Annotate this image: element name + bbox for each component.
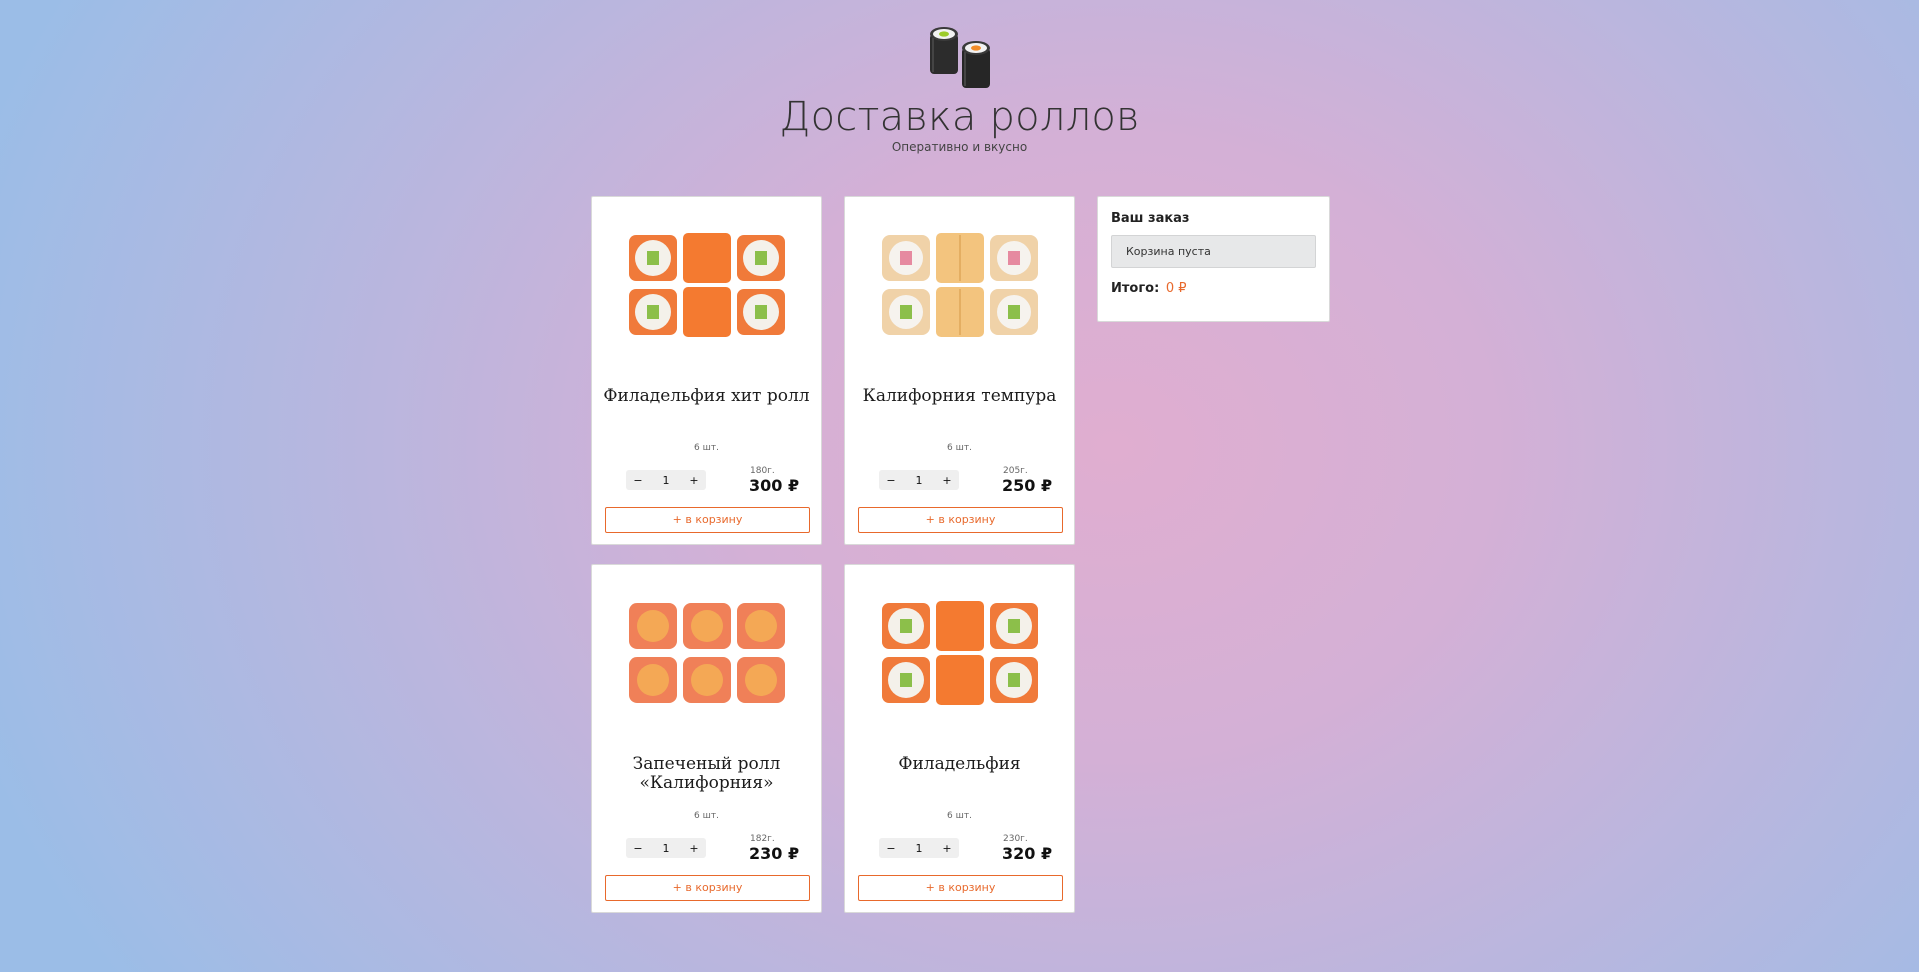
product-weight: 182г.: [750, 834, 775, 844]
increase-button[interactable]: +: [935, 842, 959, 855]
site-header: Доставка роллов Оперативно и вкусно: [0, 24, 1919, 155]
product-card: Филадельфия 6 шт. − 1 + 230г. 320 ₽ + в …: [844, 564, 1075, 913]
product-count: 6 шт.: [947, 443, 972, 453]
product-count: 6 шт.: [694, 443, 719, 453]
product-image: [882, 601, 1038, 705]
product-card: Запеченый ролл «Калифорния» 6 шт. − 1 + …: [591, 564, 822, 913]
product-weight: 180г.: [750, 466, 775, 476]
product-count: 6 шт.: [694, 811, 719, 821]
cart-panel: Ваш заказ Корзина пуста Итого: 0 ₽: [1097, 196, 1330, 322]
product-image: [882, 233, 1038, 337]
product-title: Запеченый ролл «Калифорния»: [632, 754, 781, 793]
decrease-button[interactable]: −: [626, 474, 650, 487]
quantity-stepper: − 1 +: [626, 470, 706, 490]
page-title: Доставка роллов: [779, 94, 1140, 140]
product-title: Филадельфия хит ролл: [603, 386, 810, 406]
sushi-logo-icon: [929, 27, 990, 88]
quantity-value: 1: [915, 473, 923, 487]
cart-empty-message: Корзина пуста: [1111, 235, 1316, 268]
product-image: [629, 603, 785, 703]
add-to-cart-button[interactable]: + в корзину: [605, 875, 810, 901]
increase-button[interactable]: +: [935, 474, 959, 487]
quantity-value: 1: [662, 841, 670, 855]
quantity-stepper: − 1 +: [626, 838, 706, 858]
increase-button[interactable]: +: [682, 842, 706, 855]
quantity-stepper: − 1 +: [879, 838, 959, 858]
add-to-cart-button[interactable]: + в корзину: [858, 507, 1063, 533]
product-weight: 205г.: [1003, 466, 1028, 476]
product-card: Калифорния темпура 6 шт. − 1 + 205г. 250…: [844, 196, 1075, 545]
cart-total: Итого: 0 ₽: [1111, 281, 1187, 296]
product-count: 6 шт.: [947, 811, 972, 821]
decrease-button[interactable]: −: [879, 842, 903, 855]
decrease-button[interactable]: −: [626, 842, 650, 855]
quantity-stepper: − 1 +: [879, 470, 959, 490]
quantity-value: 1: [662, 473, 670, 487]
product-image: [629, 233, 785, 337]
quantity-value: 1: [915, 841, 923, 855]
product-price: 230 ₽: [749, 844, 800, 863]
product-title: Филадельфия: [898, 754, 1021, 774]
product-price: 320 ₽: [1002, 844, 1053, 863]
product-weight: 230г.: [1003, 834, 1028, 844]
product-price: 250 ₽: [1002, 476, 1053, 495]
add-to-cart-button[interactable]: + в корзину: [858, 875, 1063, 901]
add-to-cart-button[interactable]: + в корзину: [605, 507, 810, 533]
page-subtitle: Оперативно и вкусно: [891, 140, 1028, 154]
cart-total-label: Итого:: [1111, 281, 1160, 296]
increase-button[interactable]: +: [682, 474, 706, 487]
decrease-button[interactable]: −: [879, 474, 903, 487]
product-title: Калифорния темпура: [862, 386, 1057, 406]
cart-total-amount: 0 ₽: [1165, 281, 1187, 296]
product-card: Филадельфия хит ролл 6 шт. − 1 + 180г. 3…: [591, 196, 822, 545]
cart-title: Ваш заказ: [1111, 211, 1190, 226]
product-price: 300 ₽: [749, 476, 800, 495]
